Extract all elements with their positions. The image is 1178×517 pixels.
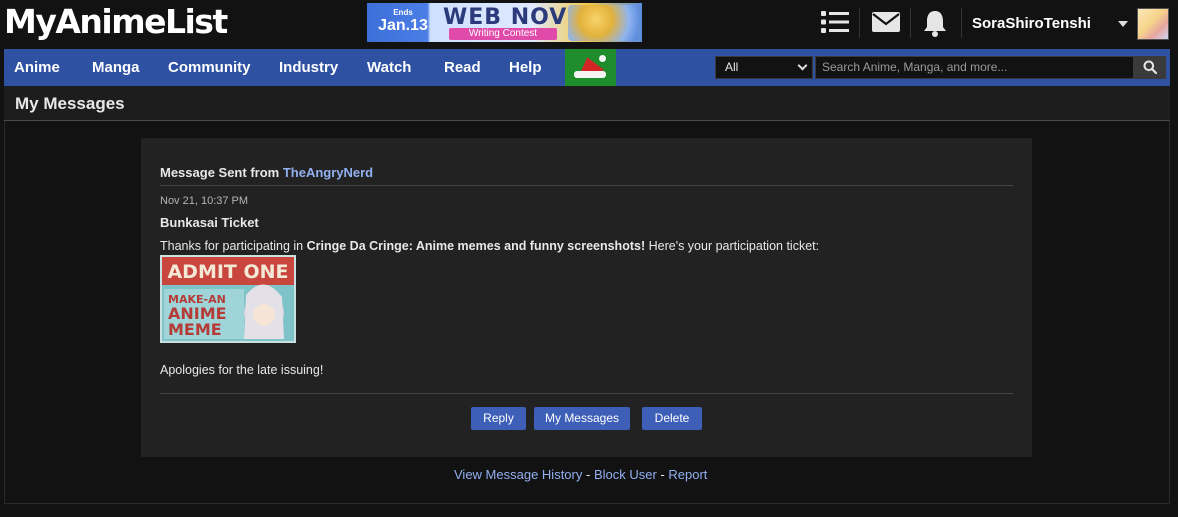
nav-item-watch[interactable]: Watch	[367, 58, 411, 78]
nav-item-help[interactable]: Help	[509, 58, 542, 78]
topbar-separator	[910, 8, 911, 38]
footer-separator: -	[656, 467, 669, 482]
message-subject: Bunkasai Ticket	[160, 215, 259, 230]
chevron-down-icon[interactable]	[1118, 21, 1128, 27]
site-logo[interactable]: MyAnimeList	[4, 3, 228, 41]
sender-link[interactable]: TheAngryNerd	[283, 165, 373, 180]
message-body-prefix: Thanks for participating in	[160, 239, 307, 253]
my-messages-button[interactable]: My Messages	[534, 407, 630, 430]
report-link[interactable]: Report	[668, 467, 707, 482]
nav-item-industry[interactable]: Industry	[279, 58, 338, 78]
divider	[160, 393, 1013, 394]
block-user-link[interactable]: Block User	[594, 467, 657, 482]
ticket-line1: ADMIT ONE	[167, 261, 288, 283]
message-box: Message Sent from TheAngryNerd Nov 21, 1…	[141, 138, 1032, 457]
nav-item-read[interactable]: Read	[444, 58, 481, 78]
banner-character-art	[568, 5, 638, 41]
search-input[interactable]: Search Anime, Manga, and more...	[815, 56, 1134, 79]
topbar-separator	[961, 8, 962, 38]
club-name: Cringe Da Cringe: Anime memes and funny …	[306, 239, 646, 253]
list-icon[interactable]	[821, 10, 849, 34]
santa-hat-brim	[574, 71, 606, 78]
participation-ticket-image: ADMIT ONE MAKE-AN ANIME MEME	[160, 255, 296, 343]
mail-icon[interactable]	[871, 10, 901, 34]
message-header: Message Sent from TheAngryNerd	[160, 165, 373, 181]
banner-subtitle: Writing Contest	[449, 28, 557, 40]
nav-item-manga[interactable]: Manga	[92, 58, 140, 78]
view-message-history-link[interactable]: View Message History	[454, 467, 582, 482]
ticket-line4: MEME	[168, 320, 222, 339]
santa-hat-icon[interactable]	[565, 49, 616, 86]
page-header: My Messages	[4, 86, 1170, 121]
banner-ends-date: Jan.13	[378, 17, 428, 34]
reply-button[interactable]: Reply	[471, 407, 526, 430]
avatar[interactable]	[1137, 8, 1169, 40]
search-button[interactable]	[1134, 56, 1166, 79]
nav-item-community[interactable]: Community	[168, 58, 251, 78]
message-closing: Apologies for the late issuing!	[160, 363, 324, 377]
main-nav: Anime Manga Community Industry Watch Rea…	[4, 49, 1170, 86]
search-category-value: All	[725, 60, 739, 74]
nav-item-anime[interactable]: Anime	[14, 58, 60, 78]
page-title: My Messages	[15, 94, 125, 113]
message-body: Thanks for participating in Cringe Da Cr…	[160, 238, 819, 254]
web-novel-banner[interactable]: Ends Jan.13 WEB NOVEL Writing Contest	[367, 3, 642, 42]
message-footer-links: View Message History - Block User - Repo…	[454, 467, 707, 483]
delete-button[interactable]: Delete	[642, 407, 702, 430]
footer-separator: -	[582, 467, 594, 482]
topbar-separator	[859, 8, 860, 38]
banner-ends-label: Ends	[393, 8, 413, 17]
message-body-suffix: Here's your participation ticket:	[645, 239, 820, 253]
bell-icon[interactable]	[922, 9, 948, 37]
message-date: Nov 21, 10:37 PM	[160, 195, 249, 207]
chevron-down-icon	[797, 60, 808, 71]
santa-hat-pom	[599, 55, 606, 62]
search-category-select[interactable]: All	[715, 56, 813, 79]
divider	[160, 185, 1013, 186]
username-menu[interactable]: SoraShiroTenshi	[972, 14, 1091, 34]
search-icon	[1143, 60, 1157, 74]
top-bar: MyAnimeList Ends Jan.13 WEB NOVEL Writin…	[0, 0, 1178, 48]
message-header-prefix: Message Sent from	[160, 165, 283, 180]
